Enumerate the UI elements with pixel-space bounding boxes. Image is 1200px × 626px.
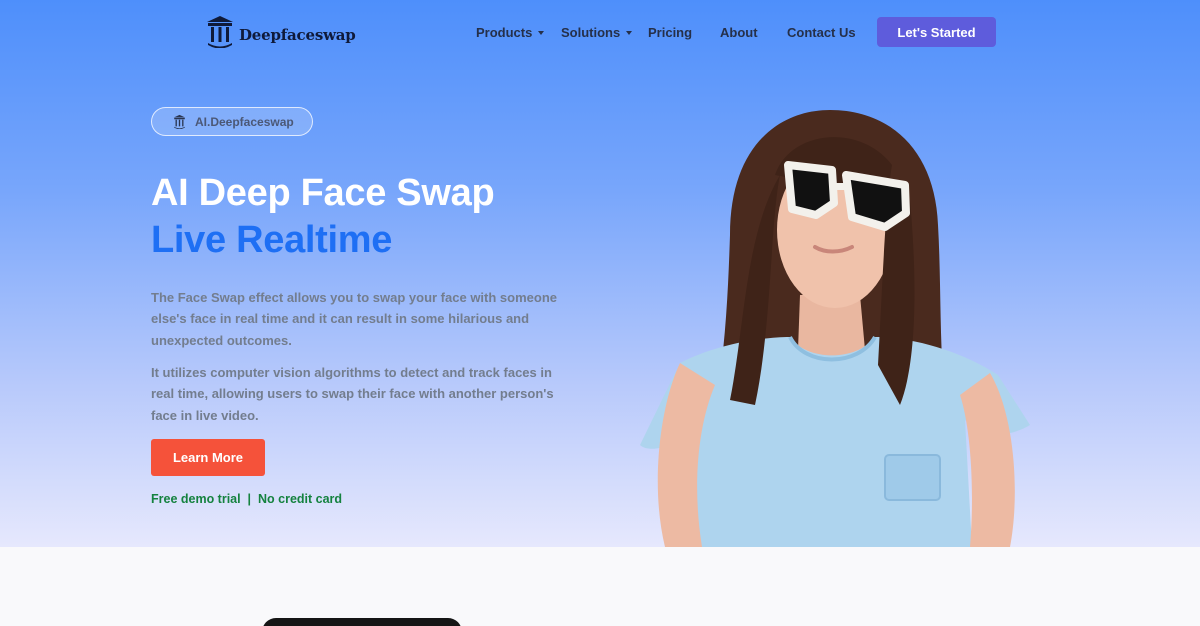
pillar-logo-icon [173,114,186,129]
nav-products[interactable]: Products [476,25,545,40]
hero-title: AI Deep Face Swap [151,172,495,214]
nav-solutions-label: Solutions [561,25,621,40]
hero-paragraph-1: The Face Swap effect allows you to swap … [151,290,557,348]
badge-label: AI.Deepfaceswap [195,114,294,129]
caret-down-icon [538,30,545,35]
phone-device-image [262,618,462,626]
woman-sunglasses-illustration [640,110,1030,547]
nav-about-label: About [720,25,758,40]
trial-note-text: Free demo trial | No credit card [151,492,343,506]
learn-more-button[interactable]: Learn More [151,439,265,476]
trial-note: Free demo trial | No credit card [151,492,342,506]
lower-section [0,547,1200,626]
nav-pricing[interactable]: Pricing [648,25,692,40]
nav-contact-label: Contact Us [787,25,856,40]
hero-subtitle: Live Realtime [151,219,393,261]
nav-contact[interactable]: Contact Us [787,25,856,40]
nav-pricing-label: Pricing [648,25,693,40]
main-nav: Products Solutions Pricing About Contact… [0,25,1200,41]
caret-down-icon [626,30,633,35]
product-badge: AI.Deepfaceswap [151,107,313,136]
hero-paragraph-2: It utilizes computer vision algorithms t… [151,365,554,423]
nav-solutions[interactable]: Solutions [561,25,633,40]
hero-section: Deepfaceswap Products Solutions Pricing … [0,0,1200,547]
nav-products-label: Products [476,25,533,40]
nav-about[interactable]: About [720,25,758,40]
lets-started-button[interactable]: Let's Started [877,17,996,47]
